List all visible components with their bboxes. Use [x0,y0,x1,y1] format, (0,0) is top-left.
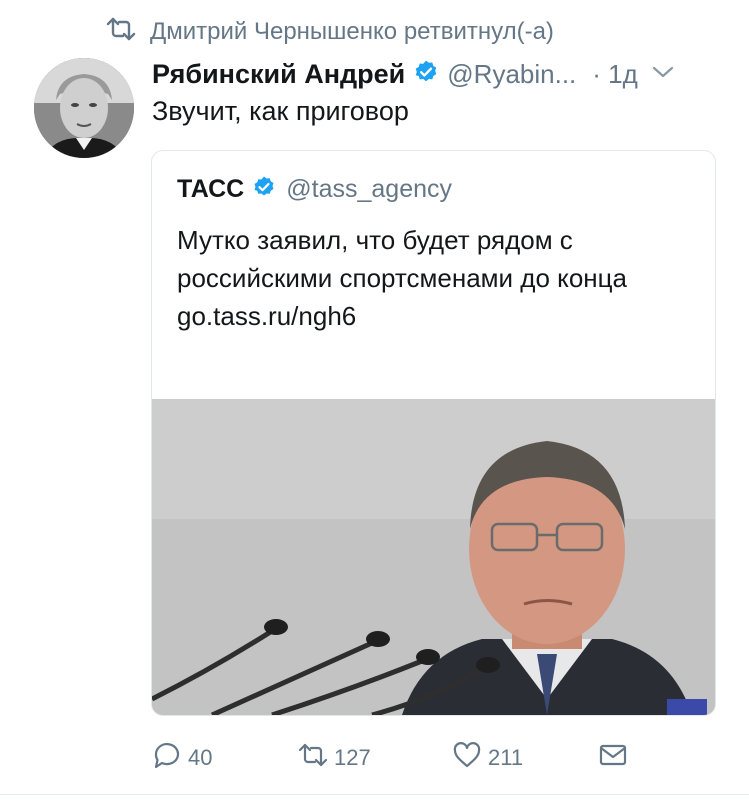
envelope-icon [598,741,628,775]
handle[interactable]: @Ryabin... [447,59,576,90]
quoted-tweet-card[interactable]: ТАСС @tass_agency Мутко заявил, что буде… [151,150,716,716]
direct-message-button[interactable] [598,741,628,775]
retweet-context: Дмитрий Чернышенко ретвитнул(-а) [106,14,554,50]
like-button[interactable]: 211 [452,741,523,775]
retweet-context-text[interactable]: Дмитрий Чернышенко ретвитнул(-а) [150,18,554,46]
quoted-display-name: ТАСС [177,174,245,203]
verified-badge-icon [405,59,447,90]
tweet-actions: 40 127 211 [152,735,652,775]
quoted-photo[interactable] [152,399,715,715]
retweet-icon [106,17,136,48]
reply-button[interactable]: 40 [152,741,212,775]
retweet-icon [298,741,328,775]
like-count: 211 [488,745,524,770]
reply-count: 40 [188,745,213,770]
divider [0,794,749,795]
avatar[interactable] [34,58,134,158]
quoted-link[interactable]: go.tass.ru/ngh6 [177,297,697,335]
display-name[interactable]: Рябинский Андрей [152,59,405,90]
heart-icon [452,741,482,775]
verified-badge-icon [244,175,286,204]
reply-icon [152,741,182,775]
tweet-text: Звучит, как приговор [152,96,409,126]
retweet-button[interactable]: 127 [298,741,371,775]
quoted-body: Мутко заявил, что будет рядом с российск… [177,225,627,293]
quoted-header: ТАСС @tass_agency [177,171,452,207]
quoted-handle: @tass_agency [286,174,452,203]
quoted-text: Мутко заявил, что будет рядом с российск… [177,221,697,335]
retweet-count: 127 [334,745,371,770]
chevron-down-icon[interactable] [638,65,674,84]
tweet-header: Рябинский Андрей @Ryabin... · 1д [152,54,722,94]
timestamp[interactable]: · 1д [592,59,638,90]
